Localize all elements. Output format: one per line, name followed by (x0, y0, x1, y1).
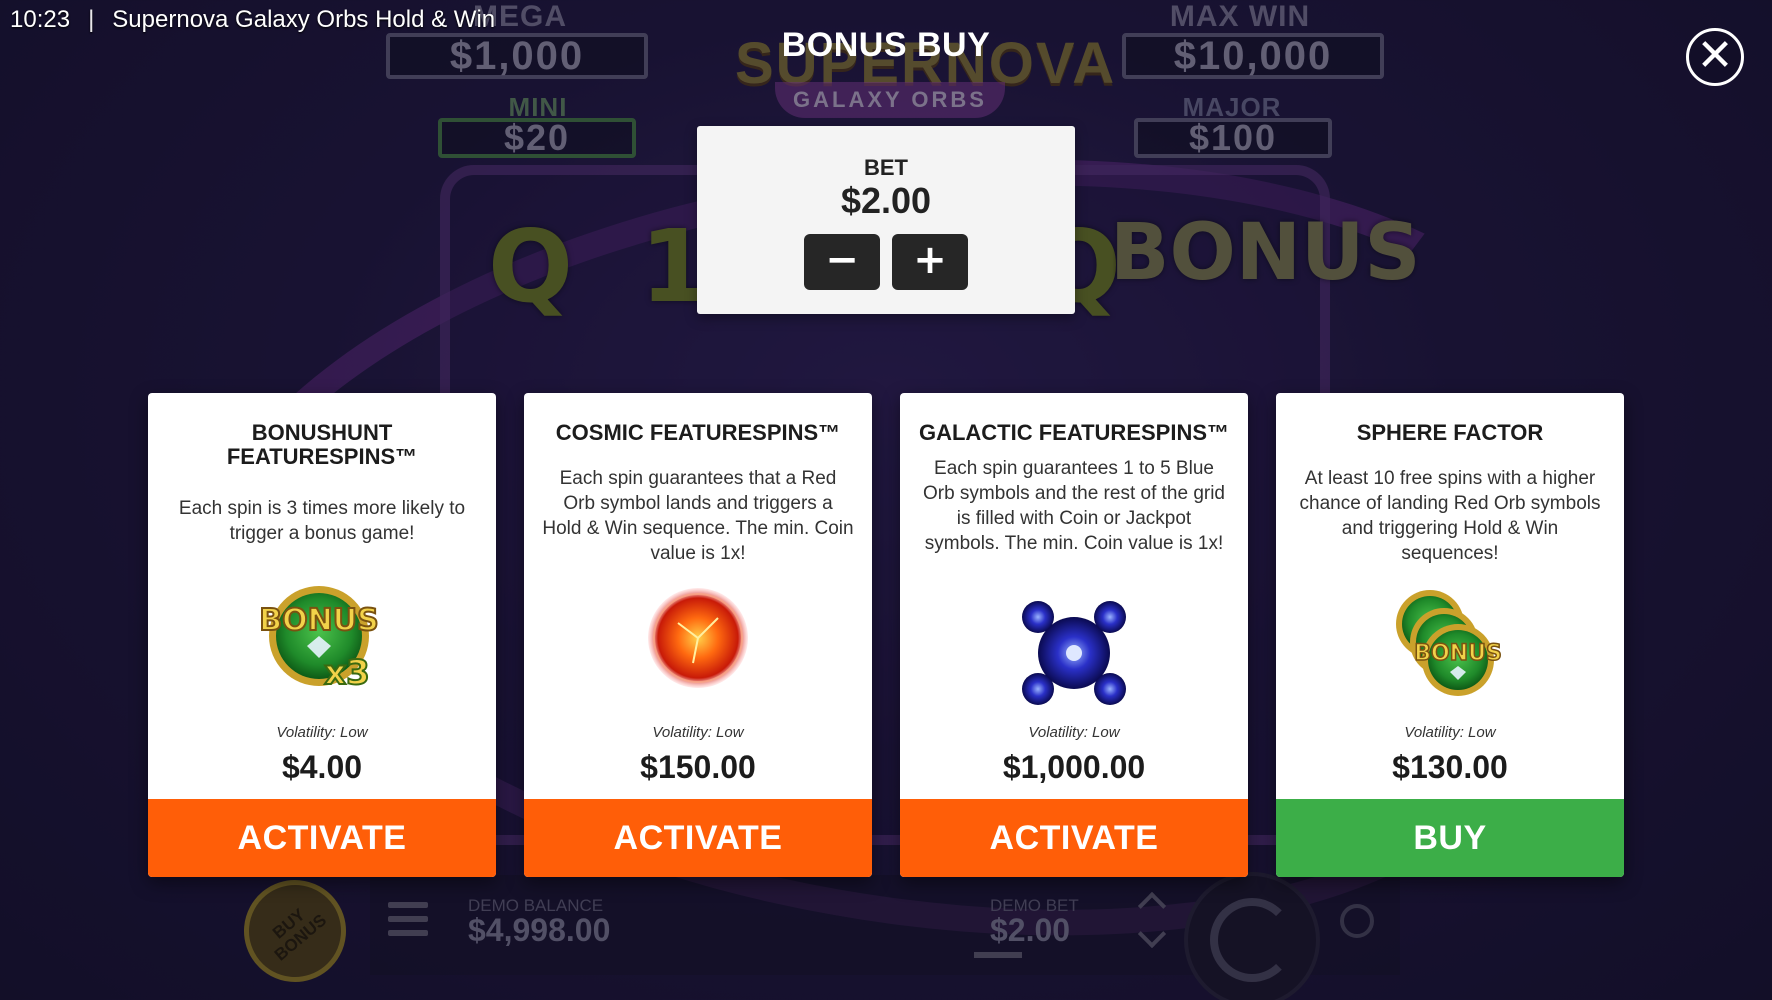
card-title: COSMIC FEATURESPINS™ (555, 420, 841, 445)
bet-increase-button[interactable]: + (892, 234, 968, 290)
bonus-coin-label: BONUS (1414, 641, 1502, 666)
card-description: Each spin guarantees that a Red Orb symb… (542, 468, 854, 564)
buy-button[interactable]: BUY (1276, 799, 1624, 877)
card-price: $150.00 (640, 749, 756, 785)
bonus-coin-label: BONUS (259, 603, 378, 638)
bonus-card-galactic: GALACTIC FEATURESPINS™ Each spin guarant… (900, 393, 1248, 877)
bonus-multiplier-label: x3 (324, 653, 370, 693)
card-volatility: Volatility: Low (652, 724, 744, 741)
status-separator: | (88, 6, 95, 33)
card-title: SPHERE FACTOR (1356, 420, 1544, 445)
bet-decrease-button[interactable]: − (804, 234, 880, 290)
card-description: Each spin guarantees 1 to 5 Blue Orb sym… (922, 458, 1226, 554)
card-title: GALACTIC FEATURESPINS™ (918, 420, 1230, 445)
bet-controls: − + (697, 234, 1075, 290)
activate-button[interactable]: ACTIVATE (900, 799, 1248, 877)
bet-label: BET (864, 155, 908, 180)
bet-value: $2.00 (840, 180, 932, 221)
status-time: 10:23 (10, 6, 71, 33)
bet-panel: BET $2.00 − + (697, 126, 1075, 314)
modal-title: BONUS BUY (781, 26, 991, 64)
activate-button[interactable]: ACTIVATE (524, 799, 872, 877)
bonus-card-bonushunt: BONUSHUNT FEATURESPINS™ Each spin is 3 t… (148, 393, 496, 877)
red-orb-icon (524, 578, 872, 698)
card-price: $1,000.00 (1002, 749, 1146, 785)
app-title: Supernova Galaxy Orbs Hold & Win (112, 6, 496, 33)
card-description: At least 10 free spins with a higher cha… (1299, 468, 1601, 564)
card-title: BONUSHUNT FEATURESPINS™ (226, 420, 418, 469)
status-bar: 10:23 | Supernova Galaxy Orbs Hold & Win (10, 6, 495, 34)
card-description: Each spin is 3 times more likely to trig… (178, 498, 466, 544)
close-button[interactable]: ✕ (1686, 28, 1744, 86)
card-volatility: Volatility: Low (276, 724, 368, 741)
bonus-card-sphere-factor: SPHERE FACTOR At least 10 free spins wit… (1276, 393, 1624, 877)
card-volatility: Volatility: Low (1404, 724, 1496, 741)
card-volatility: Volatility: Low (1028, 724, 1120, 741)
card-price: $130.00 (1392, 749, 1508, 785)
bonus-card-cosmic: COSMIC FEATURESPINS™ Each spin guarantee… (524, 393, 872, 877)
card-price: $4.00 (281, 749, 363, 785)
activate-button[interactable]: ACTIVATE (148, 799, 496, 877)
blue-orbs-icon (900, 593, 1248, 713)
bonus-x3-icon: BONUS x3 (148, 578, 496, 698)
bonus-stack-icon: BONUS (1276, 583, 1624, 703)
